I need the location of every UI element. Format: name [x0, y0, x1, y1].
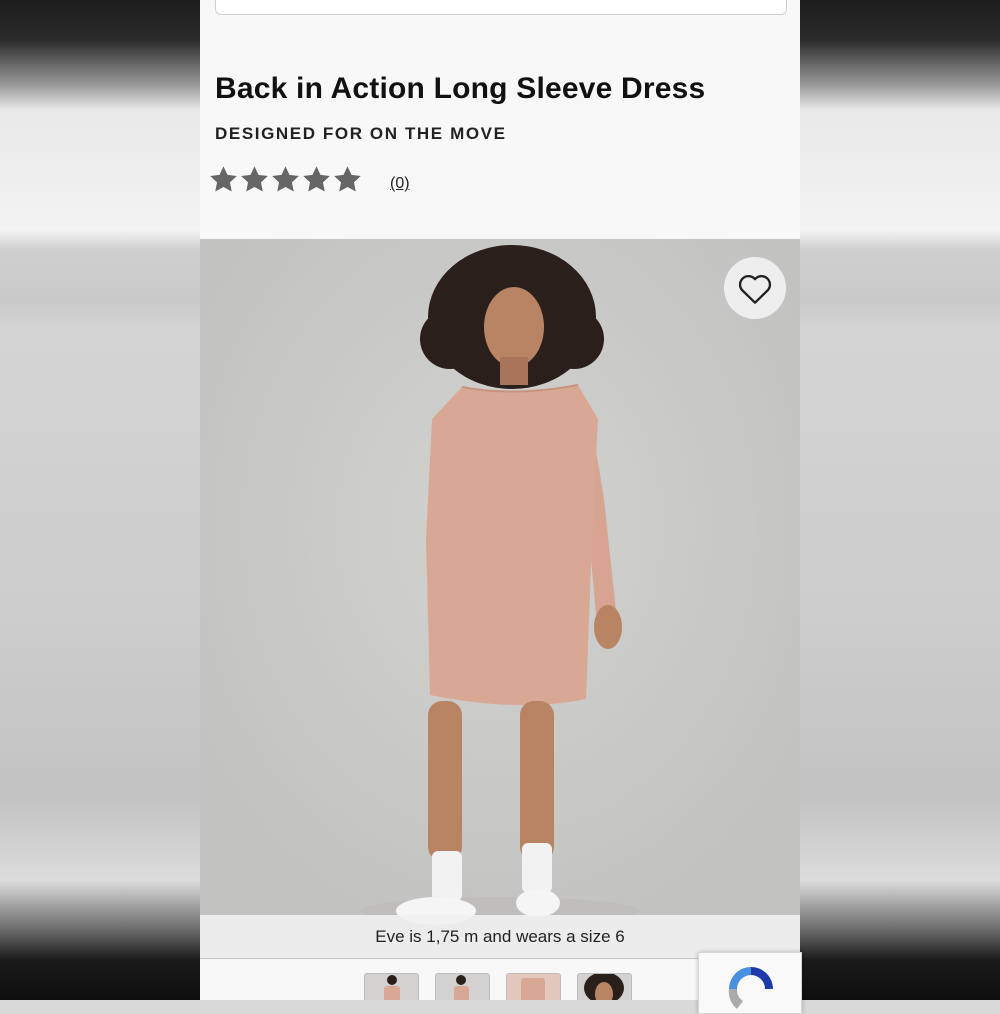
review-count-link[interactable]: (0): [390, 175, 410, 193]
product-title: Back in Action Long Sleeve Dress: [215, 72, 706, 105]
thumbnail-strip: [364, 973, 632, 1000]
product-tagline: DESIGNED FOR ON THE MOVE: [215, 124, 507, 143]
heart-icon: [738, 275, 772, 304]
thumbnail-back-view[interactable]: [506, 973, 561, 1000]
product-image[interactable]: [200, 239, 800, 959]
star-icon: [272, 166, 299, 192]
star-icon: [210, 166, 237, 192]
recaptcha-badge[interactable]: [698, 952, 802, 1014]
model-illustration: [200, 239, 800, 959]
top-input-field[interactable]: [215, 0, 787, 15]
rating-stars: [208, 164, 363, 195]
model-size-caption-text: Eve is 1,75 m and wears a size 6: [375, 926, 625, 946]
thumbnail-closeup-view[interactable]: [577, 973, 632, 1000]
product-page: Back in Action Long Sleeve Dress DESIGNE…: [200, 0, 800, 1000]
star-icon: [303, 166, 330, 192]
recaptcha-icon: [728, 967, 773, 1009]
thumbnail-front-view[interactable]: [364, 973, 419, 1000]
star-icon: [334, 166, 361, 192]
favorite-button[interactable]: [724, 257, 786, 319]
thumbnail-side-view[interactable]: [435, 973, 490, 1000]
star-icon: [241, 166, 268, 192]
